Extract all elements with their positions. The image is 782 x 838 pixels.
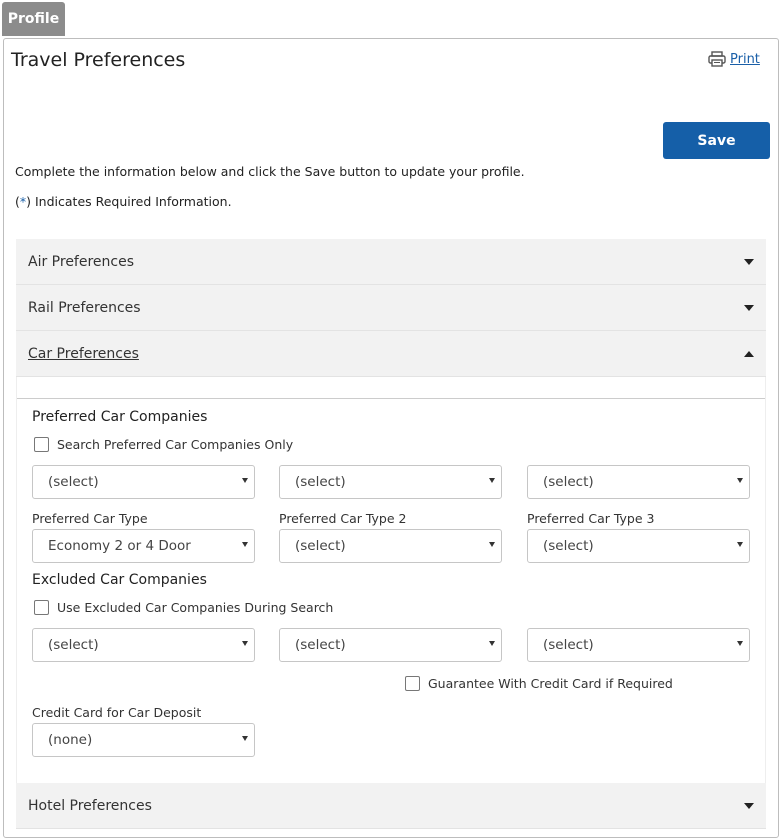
select-value: (select) bbox=[295, 474, 346, 490]
select-value: (none) bbox=[48, 732, 93, 748]
preferred-car-type-3-select[interactable]: (select) bbox=[527, 529, 750, 563]
accordion-air-label: Air Preferences bbox=[28, 253, 135, 270]
preferred-car-type-2-select[interactable]: (select) bbox=[279, 529, 502, 563]
chevron-down-icon bbox=[744, 304, 754, 311]
credit-card-label: Credit Card for Car Deposit bbox=[32, 705, 202, 720]
accordion-car-label: Car Preferences bbox=[28, 345, 139, 362]
page-title: Travel Preferences bbox=[11, 49, 186, 71]
chevron-up-icon bbox=[744, 350, 754, 357]
use-excluded-checkbox[interactable] bbox=[34, 600, 49, 615]
excluded-company-select-1[interactable]: (select) bbox=[32, 628, 255, 662]
accordion-rail[interactable]: Rail Preferences bbox=[16, 285, 766, 331]
preferred-company-select-2[interactable]: (select) bbox=[279, 465, 502, 499]
dropdown-arrow-icon bbox=[737, 641, 743, 646]
travel-preferences-panel: Travel Preferences Print Save Complete t… bbox=[3, 38, 779, 838]
preferred-car-type-2-label: Preferred Car Type 2 bbox=[279, 511, 407, 526]
preferred-company-select-1[interactable]: (select) bbox=[32, 465, 255, 499]
use-excluded-label: Use Excluded Car Companies During Search bbox=[57, 600, 334, 615]
guarantee-row[interactable]: Guarantee With Credit Card if Required bbox=[405, 676, 673, 691]
search-preferred-only-row[interactable]: Search Preferred Car Companies Only bbox=[34, 437, 293, 452]
printer-icon bbox=[708, 51, 726, 67]
save-button[interactable]: Save bbox=[663, 122, 770, 159]
dropdown-arrow-icon bbox=[737, 542, 743, 547]
select-value: (select) bbox=[543, 637, 594, 653]
search-preferred-only-label: Search Preferred Car Companies Only bbox=[57, 437, 294, 452]
guarantee-checkbox[interactable] bbox=[405, 676, 420, 691]
excluded-car-companies-heading: Excluded Car Companies bbox=[32, 572, 207, 588]
dropdown-arrow-icon bbox=[489, 478, 495, 483]
use-excluded-row[interactable]: Use Excluded Car Companies During Search bbox=[34, 600, 333, 615]
print-label[interactable]: Print bbox=[730, 52, 760, 67]
search-preferred-only-checkbox[interactable] bbox=[34, 437, 49, 452]
credit-card-select[interactable]: (none) bbox=[32, 723, 255, 757]
accordion-hotel[interactable]: Hotel Preferences bbox=[16, 783, 766, 829]
accordion-car[interactable]: Car Preferences bbox=[16, 331, 766, 377]
chevron-down-icon bbox=[744, 802, 754, 809]
select-value: Economy 2 or 4 Door bbox=[48, 538, 191, 554]
dropdown-arrow-icon bbox=[242, 736, 248, 741]
dropdown-arrow-icon bbox=[489, 641, 495, 646]
required-text: ) Indicates Required Information. bbox=[26, 194, 232, 209]
excluded-company-select-2[interactable]: (select) bbox=[279, 628, 502, 662]
instructions-text: Complete the information below and click… bbox=[15, 164, 525, 179]
dropdown-arrow-icon bbox=[737, 478, 743, 483]
divider bbox=[17, 398, 765, 399]
select-value: (select) bbox=[295, 637, 346, 653]
excluded-company-select-3[interactable]: (select) bbox=[527, 628, 750, 662]
select-value: (select) bbox=[543, 538, 594, 554]
accordion-hotel-label: Hotel Preferences bbox=[28, 797, 152, 814]
car-preferences-body: Preferred Car Companies Search Preferred… bbox=[16, 377, 766, 783]
tab-profile[interactable]: Profile bbox=[2, 2, 65, 36]
preferred-car-type-select[interactable]: Economy 2 or 4 Door bbox=[32, 529, 255, 563]
accordion-rail-label: Rail Preferences bbox=[28, 299, 141, 316]
preferred-car-type-label: Preferred Car Type bbox=[32, 511, 148, 526]
guarantee-label: Guarantee With Credit Card if Required bbox=[428, 676, 673, 691]
select-value: (select) bbox=[48, 637, 99, 653]
chevron-down-icon bbox=[744, 258, 754, 265]
required-note: (*) Indicates Required Information. bbox=[15, 194, 232, 209]
dropdown-arrow-icon bbox=[242, 478, 248, 483]
preferred-company-select-3[interactable]: (select) bbox=[527, 465, 750, 499]
select-value: (select) bbox=[543, 474, 594, 490]
select-value: (select) bbox=[48, 474, 99, 490]
dropdown-arrow-icon bbox=[242, 641, 248, 646]
select-value: (select) bbox=[295, 538, 346, 554]
accordion-air[interactable]: Air Preferences bbox=[16, 239, 766, 285]
dropdown-arrow-icon bbox=[242, 542, 248, 547]
dropdown-arrow-icon bbox=[489, 542, 495, 547]
preferred-car-companies-heading: Preferred Car Companies bbox=[32, 409, 208, 425]
preferred-car-type-3-label: Preferred Car Type 3 bbox=[527, 511, 655, 526]
print-link[interactable]: Print bbox=[708, 51, 760, 67]
